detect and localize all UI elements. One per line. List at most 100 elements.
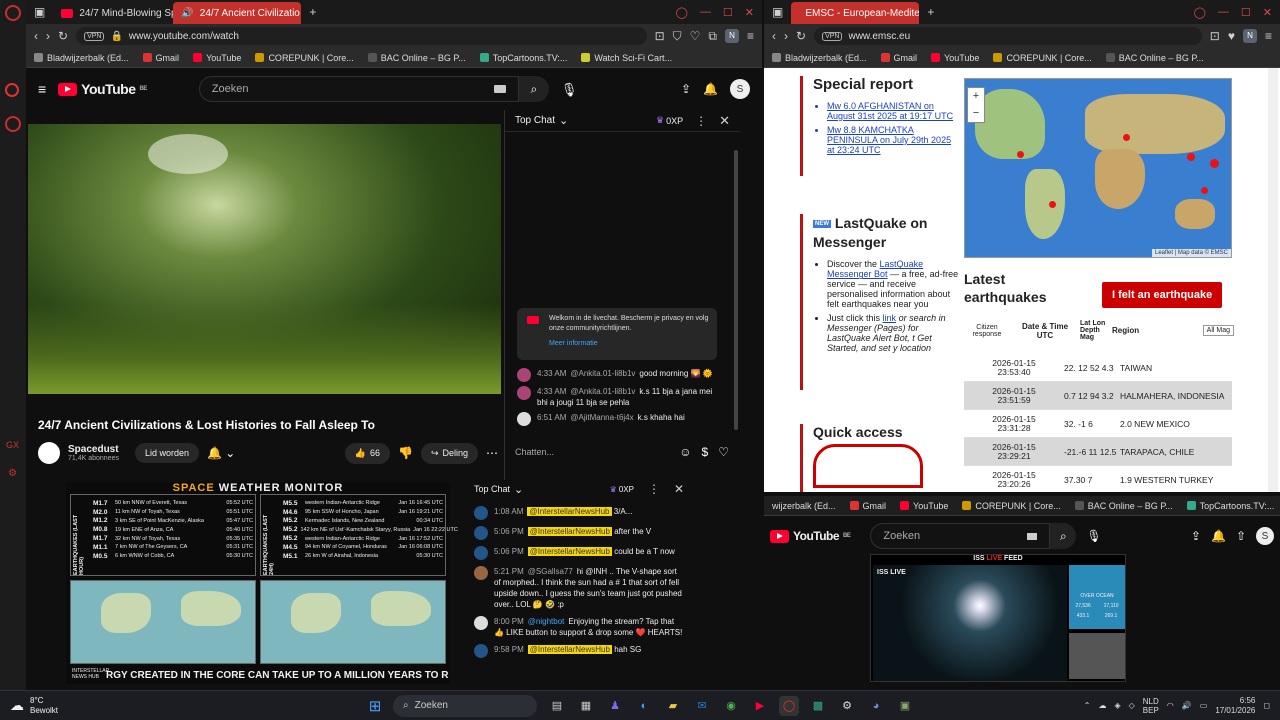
clock[interactable]: 6:56 17/01/2026	[1215, 696, 1255, 716]
page-scrollbar[interactable]	[1268, 68, 1278, 492]
felt-earthquake-button[interactable]: I felt an earthquake	[1102, 282, 1223, 308]
tray-chevron-icon[interactable]: ⌃	[1084, 701, 1091, 710]
user-avatar[interactable]	[474, 644, 488, 658]
tab-emsc[interactable]: EMSC - European-Mediter	[791, 2, 920, 24]
chrome-icon[interactable]: ◉	[721, 696, 741, 716]
volume-icon[interactable]: 🔊	[1182, 701, 1192, 710]
reload-icon[interactable]: ↻	[58, 30, 68, 42]
vpn-badge[interactable]: VPN	[84, 31, 105, 41]
more-info-link[interactable]: Meer informatie	[549, 339, 709, 349]
quake-marker[interactable]	[1187, 153, 1195, 161]
url-field[interactable]: VPN www.emsc.eu	[814, 27, 1202, 45]
edge-icon[interactable]: ◐	[634, 696, 654, 716]
outlook-icon[interactable]: ✉	[692, 696, 712, 716]
wifi-icon[interactable]: ◠	[1167, 701, 1174, 710]
quake-marker[interactable]	[1123, 134, 1130, 141]
maximize-icon[interactable]: ☐	[1241, 6, 1251, 19]
upload-icon[interactable]: ⇪	[1191, 530, 1201, 542]
chat-input[interactable]: Chatten...	[515, 447, 554, 457]
opera-menu-icon[interactable]	[5, 5, 21, 21]
points-badge[interactable]: ♛ 0XP	[610, 485, 634, 494]
bookmark-2[interactable]: YouTube	[931, 53, 979, 63]
report-link[interactable]: Mw 8.8 KAMCHATKA PENINSULA on July 29th …	[827, 125, 960, 155]
table-row[interactable]: 2026-01-15 23:31:28 32. -1 6 2.0 NEW MEXICO	[964, 410, 1232, 438]
extensions-icon[interactable]: ⧉	[708, 30, 717, 42]
heart-reaction-icon[interactable]: ♡	[718, 446, 729, 458]
menu-icon[interactable]: ≡	[1265, 30, 1272, 42]
bell-icon[interactable]: 🔔	[703, 83, 718, 95]
chevron-down-icon[interactable]: ⌄	[514, 483, 523, 496]
settings-icon[interactable]: ⚙	[8, 468, 17, 479]
profile-icon[interactable]: N	[724, 29, 739, 43]
table-row[interactable]: 2026-01-15 23:20:26 37.30 7 1.9 WESTERN TUR…	[964, 466, 1232, 492]
menu-icon[interactable]: ≡	[747, 30, 754, 42]
bookmark-4[interactable]: BAC Online – BG P...	[367, 53, 466, 63]
search-tabs-icon[interactable]: ◯	[676, 6, 688, 19]
heart-icon[interactable]: ♥	[1228, 30, 1235, 42]
chat-more-icon[interactable]: ⋮	[695, 115, 707, 127]
avatar[interactable]: S	[1256, 527, 1274, 545]
discord-icon[interactable]: ◕	[866, 696, 886, 716]
bookmark-6[interactable]: Watch Sci-Fi Cart...	[581, 53, 672, 63]
table-row[interactable]: 2026-01-15 23:29:21 -21.-6 11 12.5 TARAPACA…	[964, 438, 1232, 466]
url-field[interactable]: VPN 🔒 www.youtube.com/watch	[76, 27, 647, 45]
search-input[interactable]: Zoeken	[870, 523, 1051, 549]
profile-icon[interactable]: N	[1242, 29, 1257, 43]
mic-icon[interactable]: 🎙	[1086, 530, 1101, 542]
magnitude-select[interactable]: All Mag	[1202, 325, 1234, 336]
vpn-badge[interactable]: VPN	[822, 31, 843, 41]
search-tabs-icon[interactable]: ◯	[1194, 6, 1206, 19]
language-indicator[interactable]: NLD BEP	[1143, 697, 1159, 715]
user-avatar[interactable]	[517, 412, 531, 426]
report-link[interactable]: Mw 6.0 AFGHANISTAN on August 31st 2025 a…	[827, 101, 960, 121]
bookmark-3[interactable]: COREPUNK | Core...	[255, 53, 354, 63]
taskbar-search[interactable]: ⌕ Zoeken	[393, 694, 537, 717]
search-input[interactable]: Zoeken	[198, 76, 519, 102]
keyboard-icon[interactable]	[493, 85, 506, 93]
tray-app-icon[interactable]: ◈	[1114, 701, 1120, 710]
bookmark-4[interactable]: BAC Online – BG P...	[1074, 501, 1173, 511]
user-avatar[interactable]	[474, 506, 488, 520]
cast-icon[interactable]: ⇧	[1236, 530, 1246, 542]
settings-app-icon[interactable]: ⚙	[837, 696, 857, 716]
onedrive-icon[interactable]: ☁	[1098, 701, 1106, 710]
bookmark-4[interactable]: BAC Online – BG P...	[1105, 53, 1204, 63]
quake-marker[interactable]	[1049, 201, 1056, 208]
quake-marker[interactable]	[1210, 159, 1219, 168]
bookmark-3[interactable]: COREPUNK | Core...	[993, 53, 1092, 63]
bookmark-3[interactable]: COREPUNK | Core...	[962, 501, 1061, 511]
bookmark-5[interactable]: TopCartoons.TV:...	[479, 53, 567, 63]
map-attribution[interactable]: Leaflet | Map data © EMSC	[1151, 249, 1231, 257]
table-row[interactable]: 2026-01-15 23:51:59 0.7 12 94 3.2 HALMAHERA…	[964, 382, 1232, 410]
zoom-out-button[interactable]: −	[968, 105, 984, 122]
user-avatar[interactable]	[474, 616, 488, 630]
bookmark-1[interactable]: Gmail	[880, 53, 917, 63]
bell-icon[interactable]: 🔔	[1211, 530, 1226, 542]
opera-gx-icon[interactable]: ◯	[779, 695, 799, 716]
sidebar-icon[interactable]	[5, 83, 19, 97]
join-button[interactable]: Lid worden	[135, 443, 200, 463]
forward-icon[interactable]: ›	[46, 30, 50, 42]
youtube-logo[interactable]: YouTube BE	[770, 529, 851, 543]
close-icon[interactable]: ✕	[745, 6, 754, 19]
video-player[interactable]	[28, 124, 501, 394]
bookmark-2[interactable]: YouTube	[193, 53, 241, 63]
back-icon[interactable]: ‹	[34, 30, 38, 42]
tab-ancient[interactable]: 🔊 24/7 Ancient Civilizatio	[173, 2, 302, 24]
minecraft-icon[interactable]: ▣	[895, 696, 915, 716]
bookmark-2[interactable]: YouTube	[900, 501, 948, 511]
file-explorer-icon[interactable]: ▰	[663, 696, 683, 716]
battery-icon[interactable]: ▭	[1200, 701, 1208, 710]
upload-icon[interactable]: ⇪	[681, 83, 691, 95]
chat-close-icon[interactable]: ✕	[674, 483, 684, 495]
bookmark-0[interactable]: Bladwijzerbalk (Ed...	[772, 53, 867, 63]
chevron-down-icon[interactable]: ⌄	[559, 114, 568, 127]
subscribe-bell-icon[interactable]: 🔔 ⌄	[207, 447, 235, 459]
user-avatar[interactable]	[474, 526, 488, 540]
gx-icon[interactable]: GX	[6, 440, 19, 450]
earthquake-map[interactable]: + − Leaflet | Map data © EMSC	[964, 78, 1232, 258]
new-tab-button[interactable]: +	[927, 6, 934, 18]
youtube-logo[interactable]: YouTube BE	[58, 81, 147, 97]
user-avatar[interactable]	[517, 386, 531, 400]
user-avatar[interactable]	[517, 368, 531, 382]
